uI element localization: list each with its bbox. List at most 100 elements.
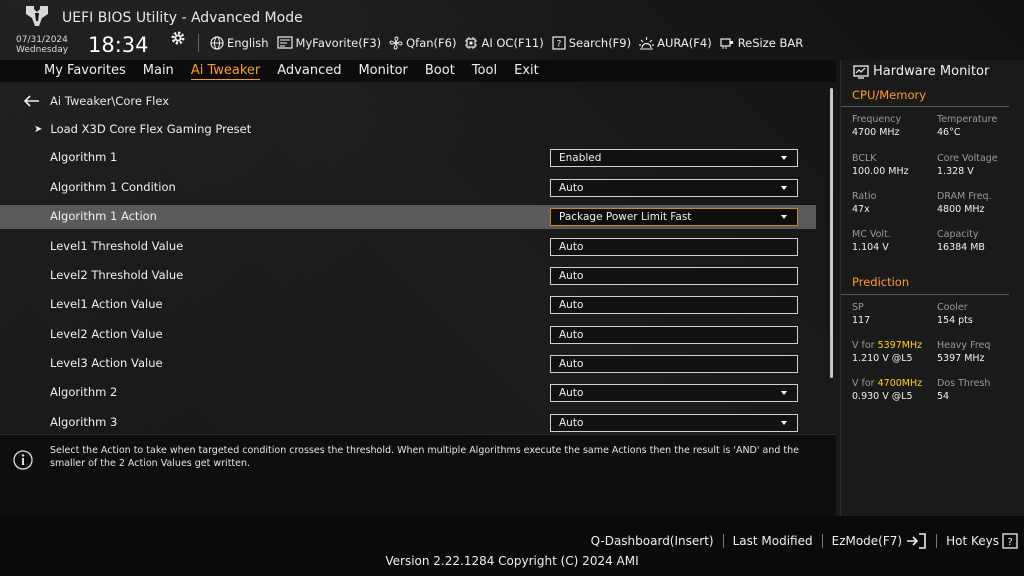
stat-label: Heavy Freq <box>937 340 991 351</box>
breadcrumb[interactable]: Ai Tweaker\Core Flex <box>24 94 169 108</box>
menu-bar: My Favorites Main Ai Tweaker Advanced Mo… <box>0 60 836 82</box>
hot-keys-label: Hot Keys <box>946 534 999 548</box>
stat-value: 1.328 V <box>937 166 974 177</box>
stat-label: Cooler <box>937 302 968 313</box>
header: UEFI BIOS Utility - Advanced Mode 07/31/… <box>0 0 1024 60</box>
section-divider <box>841 106 1009 107</box>
setting-row-level3-action[interactable]: Level3 Action Value Auto <box>0 352 816 376</box>
date-display: 07/31/2024 Wednesday <box>16 35 68 55</box>
setting-row-level1-action[interactable]: Level1 Action Value Auto <box>0 293 816 317</box>
aura-button[interactable]: AURA(F4) <box>639 36 712 50</box>
ai-oc-button[interactable]: AI OC(F11) <box>464 36 544 50</box>
setting-row-level2-threshold[interactable]: Level2 Threshold Value Auto <box>0 264 816 288</box>
tab-boot[interactable]: Boot <box>425 62 455 80</box>
algorithm-1-dropdown[interactable]: Enabled <box>550 149 798 167</box>
tab-main[interactable]: Main <box>143 62 174 80</box>
chevron-down-icon <box>781 421 787 425</box>
footer-divider <box>722 534 724 548</box>
tab-advanced[interactable]: Advanced <box>277 62 341 80</box>
tab-exit[interactable]: Exit <box>514 62 539 80</box>
globe-icon <box>210 36 224 50</box>
footer-actions: Q-Dashboard(Insert) Last Modified EzMode… <box>591 533 1018 549</box>
stat-label: MC Volt. <box>852 229 891 240</box>
setting-label: Algorithm 2 <box>50 385 118 399</box>
setting-label: Algorithm 1 <box>50 150 118 164</box>
q-dashboard-button[interactable]: Q-Dashboard(Insert) <box>591 534 714 548</box>
settings-panel: Ai Tweaker\Core Flex ➤ Load X3D Core Fle… <box>0 82 836 434</box>
tab-monitor[interactable]: Monitor <box>358 62 407 80</box>
stat-value: 16384 MB <box>937 242 985 253</box>
qfan-button[interactable]: Qfan(F6) <box>389 36 456 50</box>
language-button[interactable]: English <box>210 36 269 50</box>
fan-icon <box>389 36 403 50</box>
stat-label: Capacity <box>937 229 979 240</box>
monitor-icon <box>853 64 869 79</box>
setting-label: Level2 Action Value <box>50 327 163 341</box>
level3-action-input[interactable]: Auto <box>550 355 798 373</box>
stat-value: 154 pts <box>937 315 973 326</box>
dropdown-value: Enabled <box>559 152 602 164</box>
setting-row-algorithm-1[interactable]: Algorithm 1 Enabled <box>0 146 816 170</box>
myfavorite-label: MyFavorite(F3) <box>295 36 382 50</box>
stat-label: Core Voltage <box>937 153 998 164</box>
sp-stat: SP 117 <box>852 301 870 327</box>
setting-label: Algorithm 3 <box>50 415 118 429</box>
input-value: Auto <box>559 299 584 311</box>
tab-tool[interactable]: Tool <box>472 62 497 80</box>
tuf-logo-icon <box>26 6 48 26</box>
stat-value: 100.00 MHz <box>852 166 909 177</box>
stat-value: 0.930 V @L5 <box>852 391 913 402</box>
algorithm-1-action-dropdown[interactable]: Package Power Limit Fast <box>550 208 798 226</box>
setting-row-algorithm-1-condition[interactable]: Algorithm 1 Condition Auto <box>0 176 816 200</box>
search-label: Search(F9) <box>568 36 632 50</box>
stat-value: 47x <box>852 204 870 215</box>
myfavorite-button[interactable]: MyFavorite(F3) <box>276 36 382 50</box>
setting-label: Level2 Threshold Value <box>50 268 184 282</box>
last-modified-button[interactable]: Last Modified <box>733 534 813 548</box>
weekday-text: Wednesday <box>16 45 69 55</box>
ezmode-button[interactable]: EzMode(F7) <box>832 533 927 549</box>
gear-icon[interactable] <box>170 30 186 46</box>
search-button[interactable]: ? Search(F9) <box>552 36 631 50</box>
setting-row-algorithm-3[interactable]: Algorithm 3 Auto <box>0 411 816 435</box>
v-for-5397-stat: V for 5397MHz 1.210 V @L5 <box>852 339 922 365</box>
v-for-prefix: V for <box>852 340 878 351</box>
algorithm-3-dropdown[interactable]: Auto <box>550 414 798 432</box>
frequency-stat: Frequency 4700 MHz <box>852 113 901 139</box>
help-key-icon: ? <box>1002 533 1018 549</box>
tab-ai-tweaker[interactable]: Ai Tweaker <box>190 62 261 80</box>
stat-value: 1.210 V @L5 <box>852 353 913 364</box>
level2-action-input[interactable]: Auto <box>550 326 798 344</box>
resize-bar-button[interactable]: ReSize BAR <box>720 36 803 50</box>
algorithm-2-dropdown[interactable]: Auto <box>550 384 798 402</box>
back-arrow-icon[interactable] <box>24 95 40 107</box>
dropdown-value: Auto <box>559 387 584 399</box>
load-preset-item[interactable]: ➤ Load X3D Core Flex Gaming Preset <box>34 122 251 136</box>
chevron-down-icon <box>781 215 787 219</box>
input-value: Auto <box>559 241 584 253</box>
level1-threshold-input[interactable]: Auto <box>550 238 798 256</box>
setting-row-level1-threshold[interactable]: Level1 Threshold Value Auto <box>0 235 816 259</box>
setting-row-algorithm-1-action[interactable]: Algorithm 1 Action Package Power Limit F… <box>0 205 816 229</box>
dram-freq-stat: DRAM Freq. 4800 MHz <box>937 190 992 216</box>
setting-row-level2-action[interactable]: Level2 Action Value Auto <box>0 323 816 347</box>
stat-label: DRAM Freq. <box>937 191 992 202</box>
scrollbar[interactable] <box>830 88 833 378</box>
tab-my-favorites[interactable]: My Favorites <box>44 62 126 80</box>
level1-action-input[interactable]: Auto <box>550 296 798 314</box>
preset-label: Load X3D Core Flex Gaming Preset <box>50 122 252 136</box>
dropdown-value: Auto <box>559 417 584 429</box>
time-display: 18:34 <box>88 33 149 57</box>
info-icon <box>13 450 33 470</box>
hardware-monitor-title-text: Hardware Monitor <box>873 64 990 79</box>
temperature-stat: Temperature 46°C <box>937 113 997 139</box>
dropdown-value: Package Power Limit Fast <box>559 211 692 223</box>
hot-keys-button[interactable]: Hot Keys ? <box>946 533 1018 549</box>
main-menu: My Favorites Main Ai Tweaker Advanced Mo… <box>44 62 556 80</box>
setting-label: Level3 Action Value <box>50 356 163 370</box>
header-divider <box>198 34 199 52</box>
level2-threshold-input[interactable]: Auto <box>550 267 798 285</box>
algorithm-1-condition-dropdown[interactable]: Auto <box>550 179 798 197</box>
setting-row-algorithm-2[interactable]: Algorithm 2 Auto <box>0 381 816 405</box>
svg-text:?: ? <box>556 40 561 50</box>
